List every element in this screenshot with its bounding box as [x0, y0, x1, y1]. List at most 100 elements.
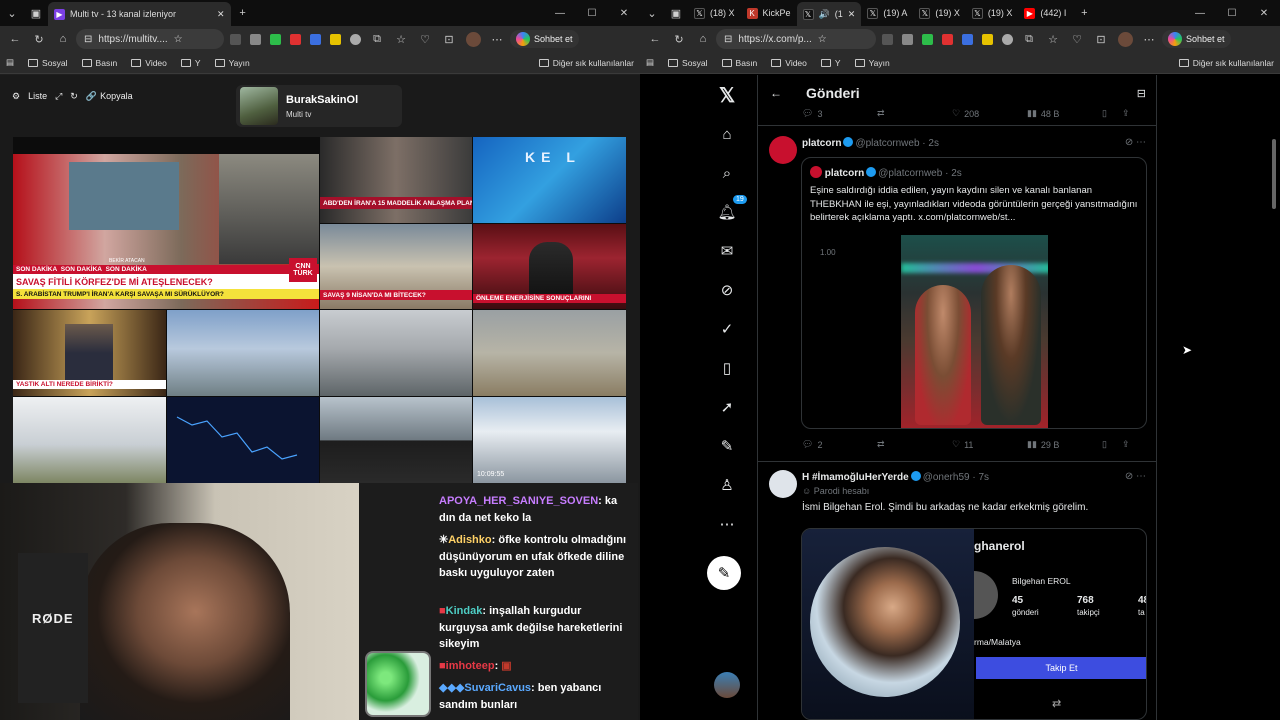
- bookmark-action[interactable]: ▯: [1102, 439, 1122, 450]
- other-favorites[interactable]: Diğer sık kullanılanlar: [538, 58, 634, 68]
- explore-icon[interactable]: ⌕: [714, 160, 740, 186]
- author-name[interactable]: platcorn: [802, 138, 841, 149]
- share-action[interactable]: ⇪: [1122, 108, 1142, 119]
- browser-essentials-icon[interactable]: ⊡: [438, 28, 460, 50]
- tab-x-2[interactable]: 𝕏 (19) A: [861, 2, 913, 24]
- close-tab-icon[interactable]: ✕: [848, 9, 856, 20]
- author-handle[interactable]: @platcornweb: [855, 138, 919, 149]
- author-avatar[interactable]: [769, 136, 797, 164]
- reader-icon[interactable]: ⊟: [1137, 87, 1146, 100]
- video-tile-cnn[interactable]: SON DAKİKA SON DAKİKA SON DAKİKA SAVAŞ F…: [13, 154, 319, 309]
- home-icon[interactable]: ⌂: [52, 28, 74, 50]
- address-bar[interactable]: ⊟ https://x.com/p... ☆: [716, 29, 876, 49]
- tab-x-active[interactable]: 𝕏 🔊 (1 ✕: [796, 2, 862, 26]
- home-icon[interactable]: ⌂: [714, 121, 740, 147]
- video-tile-2[interactable]: ABD'DEN İRAN'A 15 MADDELİK ANLAŞMA PLANI: [320, 137, 472, 223]
- tab-x-3[interactable]: 𝕏 (19) X: [913, 2, 966, 24]
- copy-link-button[interactable]: 🔗 Kopyala: [86, 91, 133, 102]
- refresh-icon[interactable]: ↻: [70, 91, 78, 102]
- extension-icon[interactable]: [918, 30, 936, 48]
- profile-avatar[interactable]: [1114, 28, 1136, 50]
- extension-icon[interactable]: [998, 30, 1016, 48]
- account-avatar[interactable]: [714, 672, 740, 698]
- split-screen-icon[interactable]: ⧉: [366, 28, 388, 50]
- extension-icon[interactable]: [226, 30, 244, 48]
- sidebar-toggle-icon[interactable]: ▤: [646, 57, 654, 68]
- close-window-icon[interactable]: ✕: [608, 0, 640, 26]
- compose-post-icon[interactable]: ✎: [707, 556, 741, 590]
- back-icon[interactable]: ←: [644, 28, 666, 50]
- bookmark-folder[interactable]: Yayın: [854, 58, 890, 68]
- bookmark-folder[interactable]: Basın: [721, 58, 757, 68]
- video-tile-8[interactable]: [320, 310, 472, 396]
- quoted-post[interactable]: platcorn @platcornweb · 2s Eşine saldırdı…: [801, 157, 1147, 429]
- collections-icon[interactable]: ♡: [1066, 28, 1088, 50]
- fullscreen-icon[interactable]: ⤢: [55, 91, 62, 102]
- author-name[interactable]: H #İmamoğluHerYerde: [802, 472, 909, 483]
- video-tile-11[interactable]: [167, 397, 319, 483]
- tab-multitv[interactable]: ▶ Multi tv - 13 kanal izleniyor ✕: [48, 2, 231, 26]
- tab-x-1[interactable]: 𝕏 (18) X: [688, 2, 741, 24]
- favorite-icon[interactable]: ☆: [174, 34, 183, 45]
- bookmark-folder[interactable]: Sosyal: [28, 58, 68, 68]
- like-action[interactable]: ♡ 208: [952, 108, 1027, 119]
- bookmark-action[interactable]: ▯: [1102, 108, 1122, 119]
- extension-icon[interactable]: [246, 30, 264, 48]
- extension-icon[interactable]: [878, 30, 896, 48]
- minimize-icon[interactable]: —: [1184, 0, 1216, 26]
- bookmark-folder[interactable]: Y: [180, 58, 201, 68]
- split-screen-icon[interactable]: ⧉: [1018, 28, 1040, 50]
- messages-icon[interactable]: ✉: [714, 238, 740, 264]
- x-logo-icon[interactable]: 𝕏: [714, 82, 740, 108]
- bookmark-folder[interactable]: Yayın: [214, 58, 250, 68]
- extension-icon[interactable]: [938, 30, 956, 48]
- more-icon[interactable]: ⋯: [714, 511, 740, 537]
- verified-icon[interactable]: ✓: [714, 316, 740, 342]
- site-info-icon[interactable]: ⊟: [724, 34, 732, 45]
- video-tile-4[interactable]: SAVAŞ 9 NİSAN'DA MI BİTECEK?: [320, 224, 472, 309]
- menu-icon[interactable]: ⋯: [1138, 28, 1160, 50]
- close-window-icon[interactable]: ✕: [1248, 0, 1280, 26]
- sidebar-toggle-icon[interactable]: ▤: [6, 57, 14, 68]
- site-info-icon[interactable]: ⊟: [84, 34, 92, 45]
- post-platcorn[interactable]: platcorn @platcornweb · 2s ⊘ ⋯ platcorn @p…: [758, 125, 1156, 461]
- bookmark-folder[interactable]: Sosyal: [668, 58, 708, 68]
- premium-icon[interactable]: ✎: [714, 433, 740, 459]
- back-icon[interactable]: ←: [4, 28, 26, 50]
- extension-icon[interactable]: [266, 30, 284, 48]
- favorites-icon[interactable]: ☆: [1042, 28, 1064, 50]
- speaker-icon[interactable]: 🔊: [819, 9, 830, 20]
- maximize-icon[interactable]: ☐: [576, 0, 608, 26]
- jobs-icon[interactable]: ➚: [714, 394, 740, 420]
- tab-youtube[interactable]: ▶ (442) I: [1018, 2, 1072, 24]
- extension-icon[interactable]: [978, 30, 996, 48]
- more-options-icon[interactable]: ⊘ ⋯: [1125, 137, 1146, 148]
- profile-avatar[interactable]: [462, 28, 484, 50]
- address-bar[interactable]: ⊟ https://multitv.... ☆: [76, 29, 224, 49]
- reply-action[interactable]: 💬︎ 2: [802, 439, 877, 450]
- profile-screenshot[interactable]: ghanerol Bilgehan EROL 45 gönderi 768 ta…: [801, 528, 1147, 720]
- other-favorites[interactable]: Diğer sık kullanılanlar: [1178, 58, 1274, 68]
- favorites-icon[interactable]: ☆: [390, 28, 412, 50]
- author-avatar[interactable]: [769, 470, 797, 498]
- refresh-icon[interactable]: ↻: [668, 28, 690, 50]
- extension-icon[interactable]: [958, 30, 976, 48]
- video-tile-3[interactable]: KE L: [473, 137, 626, 223]
- tab-kick[interactable]: K KickPe: [741, 2, 797, 24]
- extension-icon[interactable]: [326, 30, 344, 48]
- grok-icon[interactable]: ⊘: [714, 277, 740, 303]
- author-handle[interactable]: @onerh59: [923, 472, 970, 483]
- chat-username[interactable]: APOYA_HER_SANIYE_SOVEN: [439, 495, 598, 507]
- list-button[interactable]: Liste: [28, 91, 47, 101]
- like-action[interactable]: ♡ 11: [952, 439, 1027, 450]
- tab-actions-icon[interactable]: ⌄: [0, 2, 24, 24]
- profile-icon[interactable]: ♙: [714, 472, 740, 498]
- share-action[interactable]: ⇪: [1122, 439, 1142, 450]
- video-tile-9[interactable]: [473, 310, 626, 396]
- video-tile-10[interactable]: [13, 397, 166, 483]
- video-tile-7[interactable]: [167, 310, 319, 396]
- chat-username[interactable]: imhoteep: [446, 660, 495, 672]
- workspaces-icon[interactable]: ▣: [24, 2, 48, 24]
- video-tile-13[interactable]: 10:09:55: [473, 397, 626, 483]
- new-tab-icon[interactable]: +: [231, 2, 255, 24]
